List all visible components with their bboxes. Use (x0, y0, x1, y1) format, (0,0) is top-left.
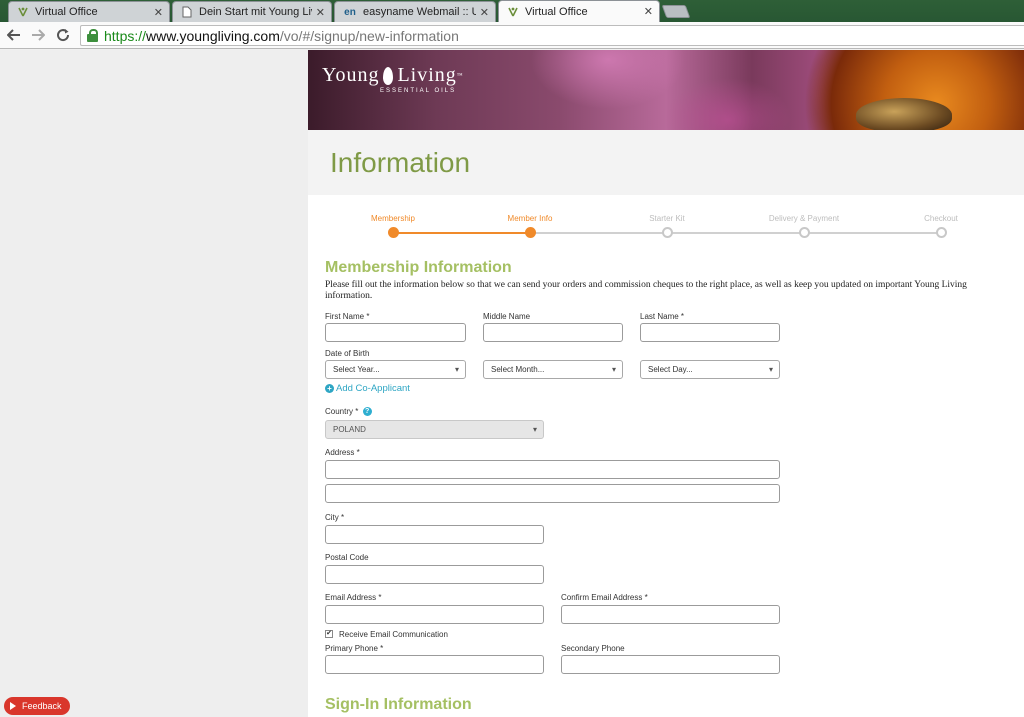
help-question-icon[interactable]: ? (362, 407, 372, 417)
logo-drop-icon (383, 66, 394, 85)
tab-title: easyname Webmail :: Utw (363, 6, 476, 18)
logo-text-young: Young (322, 64, 380, 86)
logo-text-living: Living (397, 64, 457, 86)
logo-subtitle: ESSENTIAL OILS (380, 88, 457, 94)
back-arrow-icon[interactable] (4, 25, 24, 45)
tab-title: Virtual Office (525, 5, 588, 18)
address-line1-input[interactable] (325, 460, 780, 479)
header-banner: Young Living ™ ESSENTIAL OILS (308, 50, 1024, 130)
middle-name-input[interactable] (483, 323, 623, 342)
step-dot-starter-kit (662, 227, 673, 238)
tab-easyname-webmail[interactable]: en easyname Webmail :: Utw ✕ (334, 1, 496, 22)
page-favicon-icon (181, 6, 193, 18)
url-host: www.youngliving.com (146, 27, 280, 44)
step-dot-checkout (936, 227, 947, 238)
tab-title: Virtual Office (35, 6, 98, 18)
first-name-input[interactable] (325, 323, 466, 342)
step-dot-delivery-payment (799, 227, 810, 238)
step-label-starter-kit: Starter Kit (649, 214, 685, 223)
email-input[interactable] (325, 605, 544, 624)
birth-day-select[interactable]: Select Day... (640, 360, 780, 379)
close-tab-icon[interactable]: ✕ (644, 5, 653, 18)
step-label-checkout: Checkout (924, 214, 958, 223)
lock-icon (87, 29, 98, 42)
step-label-membership: Membership (370, 214, 416, 223)
birth-month-select[interactable]: Select Month... (483, 360, 623, 379)
tab-title: Dein Start mit Young Livin (199, 6, 312, 18)
reload-icon[interactable] (53, 25, 73, 45)
address-label: Address * (325, 448, 360, 457)
young-living-logo[interactable]: Young Living ™ ESSENTIAL OILS (322, 64, 464, 94)
close-tab-icon[interactable]: ✕ (154, 6, 163, 19)
main-content: Young Living ™ ESSENTIAL OILS Informatio… (308, 50, 1024, 717)
step-dot-member-info[interactable] (525, 227, 536, 238)
url-scheme: https:// (104, 27, 147, 44)
plus-circle-icon: + (325, 384, 334, 393)
postal-code-label: Postal Code (325, 553, 369, 562)
young-living-favicon-icon (507, 6, 519, 18)
page-viewport: Young Living ™ ESSENTIAL OILS Informatio… (0, 50, 1024, 717)
close-tab-icon[interactable]: ✕ (480, 6, 489, 19)
last-name-input[interactable] (640, 323, 780, 342)
close-tab-icon[interactable]: ✕ (316, 6, 325, 19)
birth-year-select[interactable]: Select Year... (325, 360, 466, 379)
feedback-label: Feedback (22, 701, 62, 711)
city-input[interactable] (325, 525, 544, 544)
city-label: City * (325, 513, 345, 522)
dob-label: Date of Birth (325, 349, 370, 358)
membership-info-description: Please fill out the information below so… (325, 280, 967, 301)
secondary-phone-label: Secondary Phone (561, 644, 625, 653)
bee-image (856, 98, 952, 130)
primary-phone-label: Primary Phone * (325, 644, 384, 653)
step-dot-membership[interactable] (388, 227, 399, 238)
browser-toolbar: https://www.youngliving.com/vo/#/signup/… (0, 22, 1024, 49)
receive-email-label: Receive Email Communication (339, 630, 448, 639)
email-label: Email Address * (325, 593, 382, 602)
last-name-label: Last Name * (640, 312, 685, 321)
play-icon (10, 702, 16, 710)
tab-virtual-office-active[interactable]: Virtual Office ✕ (498, 0, 660, 22)
url-path: /vo/#/signup/new-information (279, 27, 459, 44)
info-header: Information (308, 130, 1024, 195)
country-label: Country * (325, 407, 359, 416)
receive-email-checkbox[interactable]: ✔ (325, 630, 333, 638)
confirm-email-input[interactable] (561, 605, 780, 624)
country-label-wrap: Country * ? (325, 407, 372, 417)
membership-info-heading: Membership Information (325, 259, 512, 276)
feedback-button[interactable]: Feedback (4, 697, 70, 715)
signin-info-heading: Sign-In Information (325, 696, 472, 713)
progress-line-pending (530, 232, 942, 234)
logo-tm: ™ (456, 72, 464, 79)
signup-progress: Membership Member Info Starter Kit Deliv… (308, 210, 1024, 250)
add-co-applicant-link[interactable]: + Add Co-Applicant (325, 383, 410, 394)
address-line2-input[interactable] (325, 484, 780, 503)
tab-dein-start[interactable]: Dein Start mit Young Livin ✕ (172, 1, 332, 22)
address-bar[interactable]: https://www.youngliving.com/vo/#/signup/… (80, 25, 1024, 46)
step-label-member-info: Member Info (507, 214, 553, 223)
young-living-favicon-icon (17, 6, 29, 18)
middle-name-label: Middle Name (483, 312, 531, 321)
primary-phone-input[interactable] (325, 655, 544, 674)
progress-line-done (393, 232, 530, 234)
tab-virtual-office-1[interactable]: Virtual Office ✕ (8, 1, 170, 22)
page-title: Information (330, 147, 471, 178)
new-tab-button[interactable] (661, 5, 691, 18)
add-co-applicant-label: Add Co-Applicant (336, 383, 410, 394)
secondary-phone-input[interactable] (561, 655, 780, 674)
postal-code-input[interactable] (325, 565, 544, 584)
confirm-email-label: Confirm Email Address * (561, 593, 648, 602)
first-name-label: First Name * (325, 312, 370, 321)
easyname-favicon-icon: en (344, 6, 356, 18)
step-label-delivery-payment: Delivery & Payment (768, 214, 840, 223)
browser-tab-bar: Virtual Office ✕ Dein Start mit Young Li… (0, 0, 1024, 22)
country-select[interactable]: POLAND (325, 420, 544, 439)
forward-arrow-icon[interactable] (28, 25, 48, 45)
